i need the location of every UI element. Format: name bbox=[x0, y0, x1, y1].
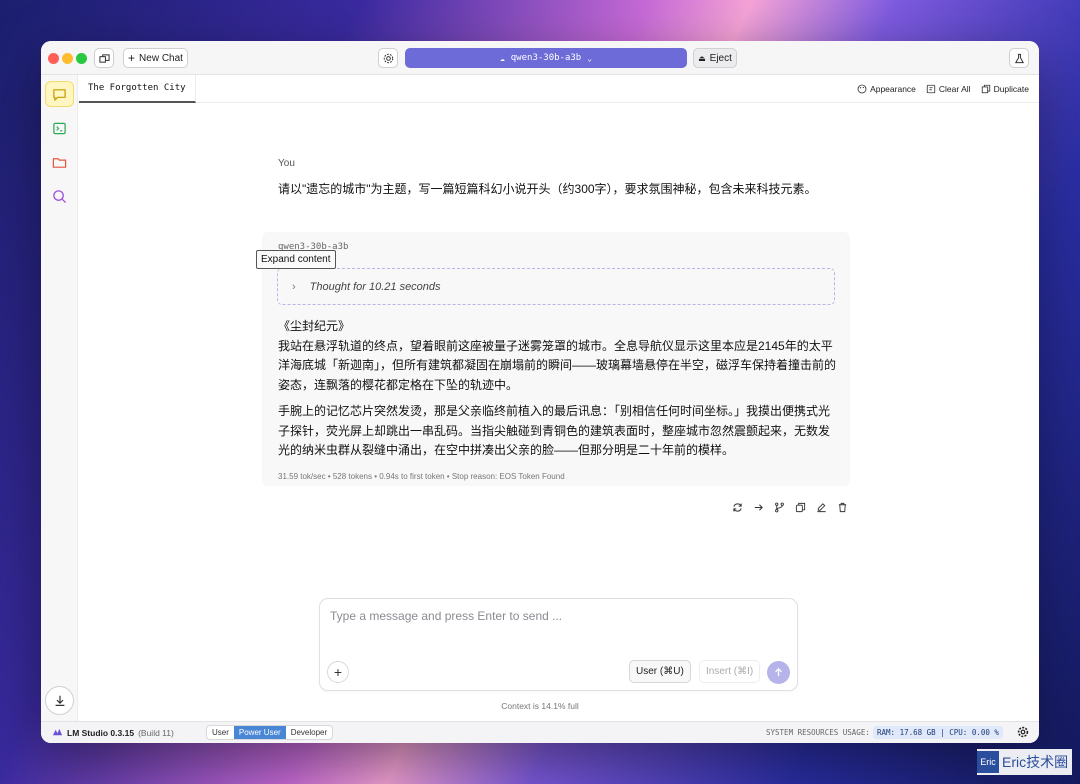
expand-content-tooltip: Expand content bbox=[256, 250, 336, 269]
search-icon bbox=[53, 189, 67, 203]
trash-icon bbox=[838, 502, 846, 512]
app-brand: LM Studio 0.3.15 (Build 11) bbox=[52, 727, 174, 738]
cloud-icon: ☁ bbox=[499, 53, 505, 63]
story-paragraph: 手腕上的记忆芯片突然发烫，那是父亲临终前植入的最后讯息：「别相信任何时间坐标。」… bbox=[278, 404, 831, 457]
left-rail bbox=[41, 75, 78, 721]
edit-icon bbox=[816, 502, 826, 512]
lmstudio-logo-icon bbox=[52, 728, 63, 736]
rail-chat-button[interactable] bbox=[45, 81, 74, 107]
clear-icon bbox=[926, 84, 936, 94]
app-window: + New Chat ☁ qwen3-30b-a3b ⌄ ⏏ Eject The… bbox=[41, 41, 1039, 743]
user-role-button[interactable]: User (⌘U) bbox=[629, 660, 691, 683]
tab-the-forgotten-city[interactable]: The Forgotten City bbox=[79, 75, 196, 103]
refresh-icon bbox=[732, 502, 742, 512]
mode-developer[interactable]: Developer bbox=[286, 726, 332, 739]
branch-icon bbox=[774, 502, 784, 512]
insert-button[interactable]: Insert (⌘I) bbox=[699, 660, 761, 683]
rail-models-button[interactable] bbox=[45, 149, 74, 175]
send-button[interactable] bbox=[767, 661, 790, 684]
tab-label: The Forgotten City bbox=[88, 83, 186, 93]
tab-bar: The Forgotten City Appearance Clear All … bbox=[78, 75, 1039, 103]
sidebar-toggle-button[interactable] bbox=[94, 48, 114, 68]
copy-icon bbox=[795, 502, 805, 512]
edit-button[interactable] bbox=[815, 501, 827, 513]
duplicate-button[interactable]: Duplicate bbox=[981, 84, 1029, 94]
watermark-logo: Eric bbox=[977, 751, 999, 773]
mode-switcher: User Power User Developer bbox=[206, 725, 334, 740]
minimize-window-button[interactable] bbox=[62, 53, 73, 64]
zoom-window-button[interactable] bbox=[76, 53, 87, 64]
system-resources-label: SYSTEM RESOURCES USAGE: bbox=[766, 728, 870, 737]
regenerate-button[interactable] bbox=[731, 501, 743, 513]
attach-button[interactable]: + bbox=[327, 661, 349, 683]
gear-icon bbox=[383, 53, 393, 63]
continue-button[interactable] bbox=[752, 501, 764, 513]
eject-icon: ⏏ bbox=[698, 53, 706, 63]
thought-label: Thought for 10.21 seconds bbox=[309, 280, 441, 293]
clear-all-label: Clear All bbox=[938, 84, 971, 94]
app-build: (Build 11) bbox=[138, 727, 174, 738]
story-title: 《尘封纪元》 bbox=[278, 319, 351, 333]
user-role-label: You bbox=[278, 158, 295, 169]
palette-icon bbox=[857, 84, 867, 94]
beaker-icon bbox=[1014, 53, 1024, 63]
chat-icon bbox=[53, 88, 66, 101]
eject-button[interactable]: ⏏ Eject bbox=[693, 48, 737, 68]
model-settings-button[interactable] bbox=[378, 48, 398, 68]
model-selector[interactable]: ☁ qwen3-30b-a3b ⌄ bbox=[405, 48, 687, 68]
windows-icon bbox=[98, 53, 110, 63]
terminal-icon bbox=[53, 122, 66, 134]
gear-icon bbox=[1017, 726, 1029, 737]
system-resources-value[interactable]: RAM: 17.68 GB | CPU: 0.00 % bbox=[873, 726, 1003, 739]
close-window-button[interactable] bbox=[48, 53, 59, 64]
message-composer: + User (⌘U) Insert (⌘I) bbox=[319, 598, 798, 691]
chevron-right-icon: › bbox=[292, 280, 296, 293]
generation-stats: 31.59 tok/sec • 528 tokens • 0.94s to fi… bbox=[278, 472, 565, 481]
arrow-up-icon bbox=[775, 667, 782, 677]
status-bar: LM Studio 0.3.15 (Build 11) User Power U… bbox=[41, 721, 1039, 743]
rail-developer-button[interactable] bbox=[45, 115, 74, 141]
story-paragraph: 我站在悬浮轨道的终点，望着眼前这座被量子迷雾笼罩的城市。全息导航仪显示这里本应是… bbox=[278, 338, 837, 392]
branch-button[interactable] bbox=[773, 501, 785, 513]
assistant-body: 《尘封纪元》 我站在悬浮轨道的终点，望着眼前这座被量子迷雾笼罩的城市。全息导航仪… bbox=[278, 317, 838, 468]
clear-all-button[interactable]: Clear All bbox=[926, 84, 971, 94]
message-actions bbox=[731, 501, 848, 513]
eject-label: Eject bbox=[709, 52, 732, 64]
plus-icon: + bbox=[128, 51, 136, 65]
rail-search-button[interactable] bbox=[45, 183, 74, 209]
duplicate-label: Duplicate bbox=[993, 84, 1029, 94]
plus-icon: + bbox=[333, 664, 343, 680]
copy-button[interactable] bbox=[794, 501, 806, 513]
tab-tools: Appearance Clear All Duplicate bbox=[857, 75, 1029, 103]
appearance-button[interactable]: Appearance bbox=[857, 84, 916, 94]
delete-button[interactable] bbox=[836, 501, 848, 513]
arrow-right-icon bbox=[754, 503, 763, 511]
chevron-down-icon: ⌄ bbox=[587, 53, 593, 63]
mode-user[interactable]: User bbox=[207, 726, 234, 739]
watermark: Eric Eric技术圈 bbox=[977, 749, 1073, 775]
appearance-label: Appearance bbox=[870, 84, 916, 94]
beaker-button[interactable] bbox=[1009, 48, 1029, 68]
title-bar: + New Chat ☁ qwen3-30b-a3b ⌄ ⏏ Eject bbox=[41, 41, 1039, 75]
model-name: qwen3-30b-a3b bbox=[510, 53, 582, 63]
settings-button[interactable] bbox=[1017, 726, 1029, 740]
new-chat-label: New Chat bbox=[139, 52, 183, 64]
message-input[interactable] bbox=[330, 609, 785, 623]
duplicate-icon bbox=[981, 84, 990, 94]
user-message: 请以"遗忘的城市"为主题，写一篇短篇科幻小说开头（约300字），要求氛围神秘，包… bbox=[278, 182, 817, 196]
context-usage: Context is 14.1% full bbox=[501, 701, 579, 711]
mode-power-user[interactable]: Power User bbox=[233, 726, 286, 739]
new-chat-button[interactable]: + New Chat bbox=[123, 48, 188, 68]
folder-icon bbox=[52, 157, 67, 168]
watermark-text: Eric技术圈 bbox=[1002, 754, 1069, 770]
thought-expander[interactable]: › Thought for 10.21 seconds bbox=[277, 268, 835, 305]
app-version: LM Studio 0.3.15 bbox=[67, 727, 135, 738]
